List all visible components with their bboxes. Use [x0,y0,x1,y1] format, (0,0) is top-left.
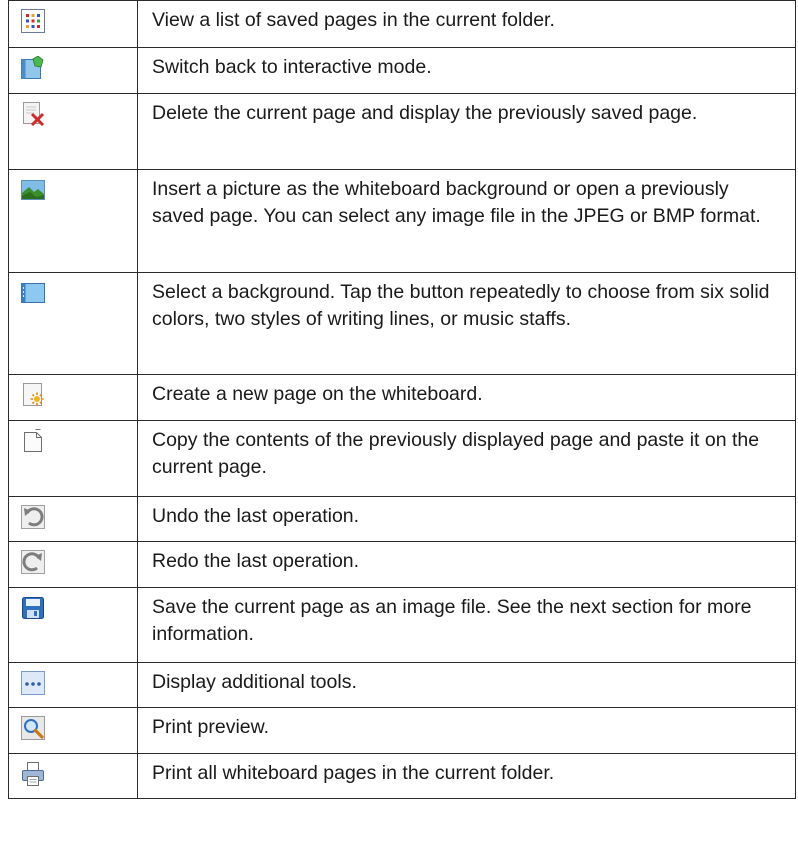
icon-cell [8,47,138,94]
background-icon [21,281,45,305]
table-row: Switch back to interactive mode. [8,47,796,94]
description-cell: Display additional tools. [137,662,796,708]
delete-page-icon [21,102,45,126]
copy-page-icon [21,429,45,453]
description-cell: Create a new page on the whiteboard. [137,374,796,421]
icon-cell [8,496,138,542]
table-row: Save the current page as an image file. … [8,587,796,663]
description-cell: Undo the last operation. [137,496,796,542]
icon-cell [8,662,138,708]
icon-cell [8,753,138,799]
description-cell: Redo the last operation. [137,541,796,588]
description-cell: Copy the contents of the previously disp… [137,420,796,497]
table-row: Redo the last operation. [8,541,796,588]
interactive-mode-icon [21,56,45,80]
table-row: View a list of saved pages in the curren… [8,0,796,48]
icon-cell [8,541,138,588]
print-preview-icon [21,716,45,740]
description-cell: Delete the current page and display the … [137,93,796,170]
table-row: Create a new page on the whiteboard. [8,374,796,421]
icon-cell [8,374,138,421]
description-cell: Print all whiteboard pages in the curren… [137,753,796,799]
toolbar-reference-table: View a list of saved pages in the curren… [8,0,796,799]
table-row: Delete the current page and display the … [8,93,796,170]
insert-picture-icon [21,178,45,202]
icon-cell [8,272,138,375]
description-cell: Print preview. [137,707,796,754]
table-row: Print preview. [8,707,796,754]
description-cell: View a list of saved pages in the curren… [137,0,796,48]
description-cell: Save the current page as an image file. … [137,587,796,663]
table-row: Insert a picture as the whiteboard backg… [8,169,796,273]
redo-icon [21,550,45,574]
more-tools-icon [21,671,45,695]
undo-icon [21,505,45,529]
table-body: View a list of saved pages in the curren… [8,0,796,799]
icon-cell [8,93,138,170]
table-row: Print all whiteboard pages in the curren… [8,753,796,799]
icon-cell [8,420,138,497]
table-row: Copy the contents of the previously disp… [8,420,796,497]
description-cell: Select a background. Tap the button repe… [137,272,796,375]
icon-cell [8,169,138,273]
save-icon [21,596,45,620]
table-row: Display additional tools. [8,662,796,708]
description-cell: Switch back to interactive mode. [137,47,796,94]
table-row: Undo the last operation. [8,496,796,542]
new-page-icon [21,383,45,407]
icon-cell [8,0,138,48]
description-cell: Insert a picture as the whiteboard backg… [137,169,796,273]
page-list-icon [21,9,45,33]
table-row: Select a background. Tap the button repe… [8,272,796,375]
icon-cell [8,587,138,663]
icon-cell [8,707,138,754]
print-icon [21,762,45,786]
